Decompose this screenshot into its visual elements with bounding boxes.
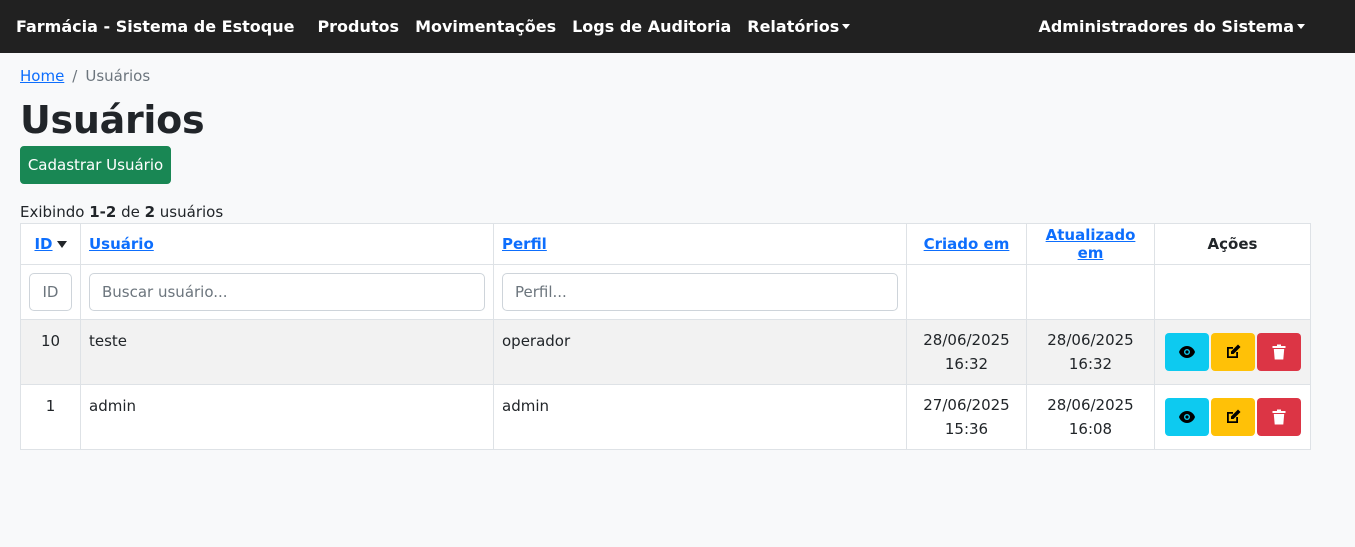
edit-button[interactable]	[1211, 332, 1255, 371]
updated-time: 16:32	[1068, 354, 1113, 373]
delete-button[interactable]	[1257, 332, 1301, 371]
cell-user: admin	[80, 383, 494, 450]
count-total: 2	[144, 202, 156, 221]
count-prefix: Exibindo	[20, 202, 90, 221]
col-header-created[interactable]: Criado em	[906, 222, 1027, 265]
nav-item-relatorios-label: Relatórios	[747, 17, 840, 36]
trash-icon	[1272, 344, 1286, 360]
breadcrumb: Home / Usuários	[20, 67, 1335, 85]
sort-user-link[interactable]: Usuário	[89, 235, 154, 253]
profile-filter-input[interactable]: Perfil...	[502, 272, 898, 311]
breadcrumb-home-link[interactable]: Home	[20, 67, 64, 85]
created-date: 27/06/2025	[923, 395, 1010, 414]
cell-profile: operador	[493, 318, 907, 385]
user-menu[interactable]: Administradores do Sistema	[1038, 0, 1305, 53]
sort-desc-icon	[56, 240, 67, 248]
nav-item-logs[interactable]: Logs de Auditoria	[572, 17, 731, 36]
col-header-updated[interactable]: Atualizado em	[1026, 222, 1155, 265]
delete-button[interactable]	[1257, 397, 1301, 436]
created-time: 16:32	[944, 354, 989, 373]
breadcrumb-current: Usuários	[85, 67, 151, 85]
cell-user: teste	[80, 318, 494, 385]
sort-id-link[interactable]: ID	[34, 235, 52, 253]
users-table: ID Usuário Perfil Criado em Atualizado e…	[20, 222, 1311, 450]
sort-profile-link[interactable]: Perfil	[502, 235, 547, 253]
trash-icon	[1272, 409, 1286, 425]
filter-cell-id: ID	[20, 263, 81, 320]
count-suffix: usuários	[155, 202, 224, 221]
cell-created: 27/06/2025 15:36	[906, 383, 1027, 450]
filter-cell-empty	[1154, 263, 1311, 320]
edit-button[interactable]	[1211, 397, 1255, 436]
cell-actions	[1154, 383, 1311, 450]
breadcrumb-separator: /	[72, 67, 78, 85]
add-user-button[interactable]: Cadastrar Usuário	[20, 145, 171, 184]
cell-id: 1	[20, 383, 81, 450]
cell-updated: 28/06/2025 16:08	[1026, 383, 1155, 450]
cell-id: 10	[20, 318, 81, 385]
nav-item-movimentacoes[interactable]: Movimentações	[415, 17, 556, 36]
cell-created: 28/06/2025 16:32	[906, 318, 1027, 385]
col-header-actions: Ações	[1154, 222, 1311, 265]
count-mid: de	[116, 202, 145, 221]
chevron-down-icon	[1297, 24, 1305, 29]
top-navbar: Farmácia - Sistema de Estoque Produtos M…	[0, 0, 1355, 53]
count-range: 1-2	[89, 202, 117, 221]
filter-row: ID Buscar usuário... Perfil...	[20, 263, 1311, 320]
updated-date: 28/06/2025	[1047, 330, 1134, 349]
user-menu-label: Administradores do Sistema	[1038, 17, 1294, 36]
view-button[interactable]	[1165, 332, 1209, 371]
created-date: 28/06/2025	[923, 330, 1010, 349]
table-row: 1 admin admin 27/06/2025 15:36 28/06/2025…	[20, 383, 1311, 450]
edit-icon	[1226, 409, 1240, 424]
updated-time: 16:08	[1068, 419, 1113, 438]
page-title: Usuários	[20, 98, 205, 142]
cell-updated: 28/06/2025 16:32	[1026, 318, 1155, 385]
results-count: Exibindo 1-2 de 2 usuários	[20, 203, 1335, 221]
main-content: Home / Usuários Usuários Cadastrar Usuár…	[0, 67, 1355, 450]
cell-actions	[1154, 318, 1311, 385]
chevron-down-icon	[842, 24, 851, 29]
view-button[interactable]	[1165, 397, 1209, 436]
user-search-input[interactable]: Buscar usuário...	[89, 272, 485, 311]
eye-icon	[1179, 345, 1195, 358]
eye-icon	[1179, 410, 1195, 423]
table-header-row: ID Usuário Perfil Criado em Atualizado e…	[20, 222, 1311, 265]
id-filter-input[interactable]: ID	[29, 272, 72, 311]
table-row: 10 teste operador 28/06/2025 16:32 28/06/…	[20, 318, 1311, 385]
cell-profile: admin	[493, 383, 907, 450]
col-header-profile[interactable]: Perfil	[493, 222, 907, 265]
filter-cell-empty	[906, 263, 1027, 320]
navbar-brand[interactable]: Farmácia - Sistema de Estoque	[16, 17, 294, 36]
filter-cell-profile: Perfil...	[493, 263, 907, 320]
created-time: 15:36	[944, 419, 989, 438]
col-header-id[interactable]: ID	[20, 222, 81, 265]
filter-cell-empty	[1026, 263, 1155, 320]
sort-updated-link[interactable]: Atualizado em	[1046, 226, 1136, 262]
edit-icon	[1226, 344, 1240, 359]
nav-item-relatorios[interactable]: Relatórios	[747, 17, 851, 36]
sort-created-link[interactable]: Criado em	[924, 235, 1010, 253]
filter-cell-user: Buscar usuário...	[80, 263, 494, 320]
nav-item-produtos[interactable]: Produtos	[317, 17, 399, 36]
col-header-user[interactable]: Usuário	[80, 222, 494, 265]
updated-date: 28/06/2025	[1047, 395, 1134, 414]
